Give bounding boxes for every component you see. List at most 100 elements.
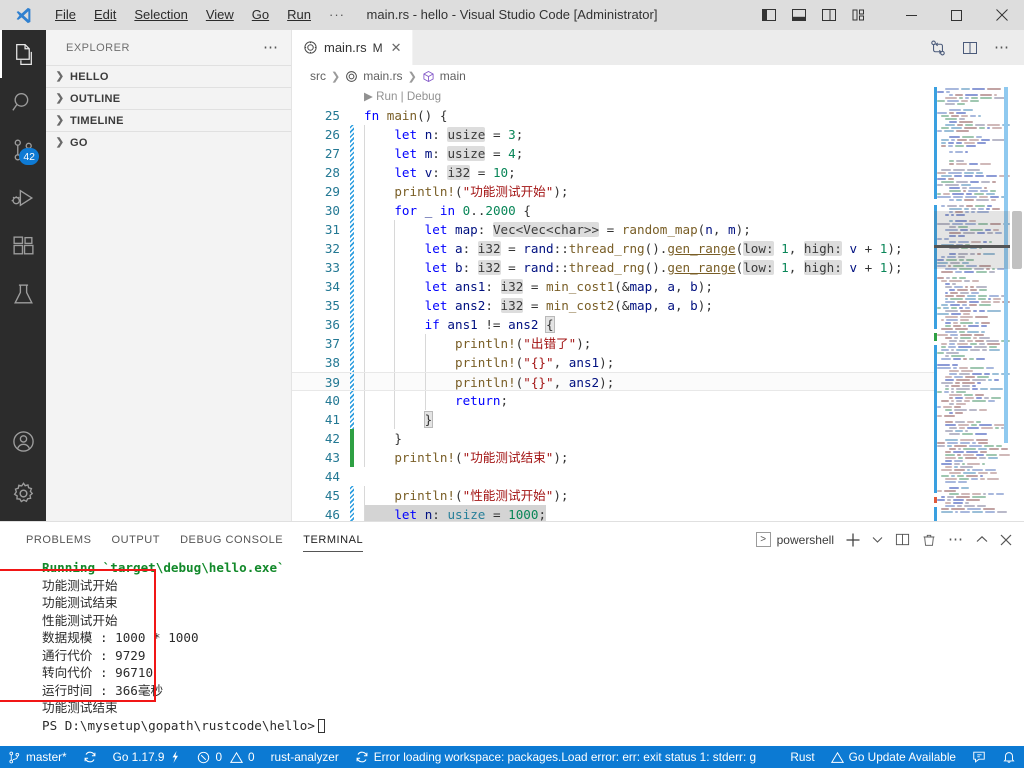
status-workspace-error[interactable]: Error loading workspace: packages.Load e… <box>347 746 764 768</box>
breadcrumb-item-file[interactable]: main.rs <box>363 69 402 83</box>
code-line[interactable]: 34 let ans1: i32 = min_cost1(&map, a, b)… <box>292 277 1024 296</box>
close-icon[interactable]: ✕ <box>391 40 402 56</box>
chevron-down-icon[interactable] <box>872 534 883 545</box>
status-go-version[interactable]: Go 1.17.9 <box>105 746 190 768</box>
status-branch[interactable]: master* <box>0 746 75 768</box>
code-lines[interactable]: ▶ Run | Debug 25 fn main() {26 let n: usiz… <box>292 87 1024 521</box>
status-rust-analyzer[interactable]: rust-analyzer <box>263 746 347 768</box>
status-go-update[interactable]: Go Update Available <box>823 746 964 768</box>
panel-more-actions-icon[interactable]: ⋯ <box>948 532 964 547</box>
sidebar-item-search[interactable] <box>0 78 46 126</box>
codelens-debug[interactable]: Debug <box>407 90 441 103</box>
code-text: let ans2: i32 = min_cost2(&map, a, b); <box>424 298 713 313</box>
status-notifications[interactable] <box>994 746 1024 768</box>
tab-problems[interactable]: PROBLEMS <box>16 522 102 557</box>
code-line[interactable]: 35 let ans2: i32 = min_cost2(&map, a, b)… <box>292 296 1024 315</box>
code-line[interactable]: 36 if ans1 != ans2 { <box>292 315 1024 334</box>
code-line[interactable]: 44 <box>292 467 1024 486</box>
maximize-button[interactable] <box>934 0 979 30</box>
code-line[interactable]: 32 let a: i32 = rand::thread_rng().gen_r… <box>292 239 1024 258</box>
line-number: 36 <box>324 317 340 332</box>
menu-run[interactable]: Run <box>278 4 320 26</box>
breadcrumb-item-src[interactable]: src <box>310 69 326 83</box>
code-line[interactable]: 38 println!("{}", ans1); <box>292 353 1024 372</box>
terminal-selector[interactable]: > powershell <box>755 532 834 547</box>
code-line[interactable]: 45 println!("性能测试开始"); <box>292 486 1024 505</box>
scrollbar-thumb[interactable] <box>1012 211 1022 269</box>
breadcrumb-item-symbol[interactable]: main <box>440 69 466 83</box>
minimap[interactable] <box>934 87 1010 521</box>
menu-more-icon[interactable]: ··· <box>320 4 354 26</box>
tab-debug-console[interactable]: DEBUG CONSOLE <box>170 522 293 557</box>
minimize-button[interactable] <box>889 0 934 30</box>
code-line[interactable]: 33 let b: i32 = rand::thread_rng().gen_r… <box>292 258 1024 277</box>
code-line[interactable]: 43 println!("功能测试结束"); <box>292 448 1024 467</box>
code-line[interactable]: 30 for _ in 0..2000 { <box>292 201 1024 220</box>
kill-terminal-icon[interactable] <box>922 533 936 547</box>
open-changes-icon[interactable] <box>930 40 946 56</box>
indent-guide <box>364 220 365 239</box>
code-line[interactable]: 29 println!("功能测试开始"); <box>292 182 1024 201</box>
code-line[interactable]: 37 println!("出错了"); <box>292 334 1024 353</box>
gutter-modified-marker <box>350 239 354 258</box>
sidebar-item-source-control[interactable]: 42 <box>0 126 46 174</box>
editor-scrollbar[interactable] <box>1010 87 1024 521</box>
code-line[interactable]: 42 } <box>292 429 1024 448</box>
minimap-slider[interactable] <box>934 211 1010 269</box>
menu-edit[interactable]: Edit <box>85 4 125 26</box>
status-feedback[interactable] <box>964 746 994 768</box>
code-line[interactable]: 28 let v: i32 = 10; <box>292 163 1024 182</box>
accounts-button[interactable] <box>0 417 46 465</box>
tab-output[interactable]: OUTPUT <box>102 522 171 557</box>
sidebar-item-go[interactable]: ❯ GO <box>46 131 291 153</box>
indent-guide <box>394 410 396 429</box>
menu-file[interactable]: File <box>46 4 85 26</box>
sidebar-item-testing[interactable] <box>0 270 46 318</box>
menu-bar[interactable]: File Edit Selection View Go Run ··· <box>46 4 354 26</box>
maximize-panel-icon[interactable] <box>976 534 988 546</box>
toggle-primary-sidebar-icon[interactable] <box>761 7 777 23</box>
status-problems[interactable]: 0 0 <box>189 746 262 768</box>
manage-settings-button[interactable] <box>0 465 46 521</box>
more-actions-icon[interactable]: ⋯ <box>994 40 1010 55</box>
new-terminal-icon[interactable] <box>846 533 860 547</box>
sidebar-item-timeline[interactable]: ❯ TIMELINE <box>46 109 291 131</box>
split-editor-icon[interactable] <box>962 40 978 56</box>
close-panel-icon[interactable] <box>1000 534 1012 546</box>
code-line[interactable]: 39 println!("{}", ans2); <box>292 372 1024 391</box>
breadcrumb: src ❯ main.rs ❯ main <box>292 65 1024 87</box>
menu-go[interactable]: Go <box>243 4 278 26</box>
sidebar-item-explorer[interactable] <box>0 30 46 78</box>
menu-selection[interactable]: Selection <box>125 4 196 26</box>
toggle-panel-icon[interactable] <box>791 7 807 23</box>
code-line[interactable]: 27 let m: usize = 4; <box>292 144 1024 163</box>
terminal-output[interactable]: Running `target\debug\hello.exe` 功能测试开始 功能… <box>0 557 1024 746</box>
code-line[interactable]: 40 return; <box>292 391 1024 410</box>
tab-terminal[interactable]: TERMINAL <box>293 522 373 557</box>
indent-guide <box>364 277 365 296</box>
vscode-window: File Edit Selection View Go Run ··· main… <box>0 0 1024 768</box>
menu-view[interactable]: View <box>197 4 243 26</box>
code-text: let v: i32 = 10; <box>394 165 516 180</box>
customize-layout-icon[interactable] <box>851 7 867 23</box>
code-line[interactable]: 26 let n: usize = 3; <box>292 125 1024 144</box>
toggle-secondary-sidebar-icon[interactable] <box>821 7 837 23</box>
indent-guide <box>394 353 396 372</box>
tab-main-rs[interactable]: main.rs M ✕ <box>292 30 413 65</box>
code-line[interactable]: 31 let map: Vec<Vec<char>> = random_map(… <box>292 220 1024 239</box>
status-sync[interactable] <box>75 746 105 768</box>
status-language-mode[interactable]: Rust <box>782 746 822 768</box>
sidebar-item-outline[interactable]: ❯ OUTLINE <box>46 87 291 109</box>
sidebar-item-run-and-debug[interactable] <box>0 174 46 222</box>
sidebar-more-actions-icon[interactable]: ⋯ <box>263 40 279 55</box>
code-editor[interactable]: ▶ Run | Debug 25 fn main() {26 let n: usiz… <box>292 87 1024 521</box>
codelens-run[interactable]: ▶ Run <box>364 90 397 103</box>
sidebar-item-extensions[interactable] <box>0 222 46 270</box>
sidebar-item-hello[interactable]: ❯ HELLO <box>46 65 291 87</box>
code-line[interactable]: 41 } <box>292 410 1024 429</box>
close-button[interactable] <box>979 0 1024 30</box>
code-line[interactable]: 46 let n: usize = 1000; <box>292 505 1024 521</box>
indent-guide <box>394 220 396 239</box>
code-line[interactable]: 25 fn main() { <box>292 106 1024 125</box>
split-terminal-icon[interactable] <box>895 532 910 547</box>
